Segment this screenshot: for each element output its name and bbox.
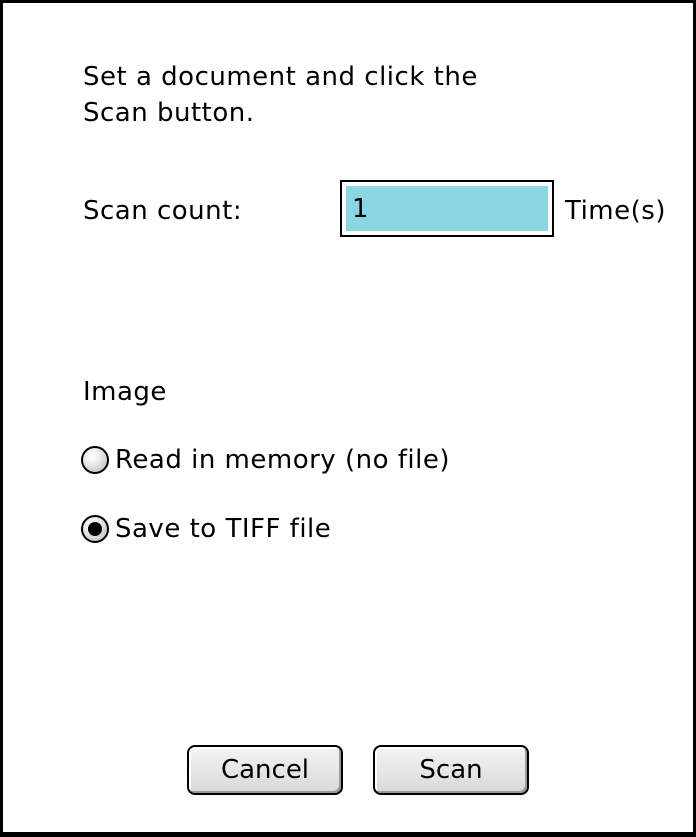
scan-dialog: Set a document and click the Scan button…: [0, 0, 696, 837]
scan-count-label: Scan count:: [83, 196, 243, 226]
radio-button-icon[interactable]: [81, 446, 109, 474]
radio-save-to-tiff[interactable]: Save to TIFF file: [81, 509, 331, 549]
cancel-button[interactable]: Cancel: [187, 745, 343, 795]
instruction-line-2: Scan button.: [83, 98, 255, 128]
radio-read-in-memory[interactable]: Read in memory (no file): [81, 440, 450, 480]
image-section-label: Image: [83, 377, 167, 407]
scan-count-input[interactable]: [346, 186, 548, 231]
instruction-text: Set a document and click the Scan button…: [83, 59, 643, 131]
instruction-line-1: Set a document and click the: [83, 62, 478, 92]
radio-save-to-tiff-label: Save to TIFF file: [115, 514, 332, 544]
scan-button[interactable]: Scan: [373, 745, 529, 795]
scan-count-unit: Time(s): [565, 196, 666, 226]
radio-button-selected-icon[interactable]: [81, 515, 109, 543]
radio-read-in-memory-label: Read in memory (no file): [115, 445, 450, 475]
scan-count-field[interactable]: [340, 180, 554, 237]
